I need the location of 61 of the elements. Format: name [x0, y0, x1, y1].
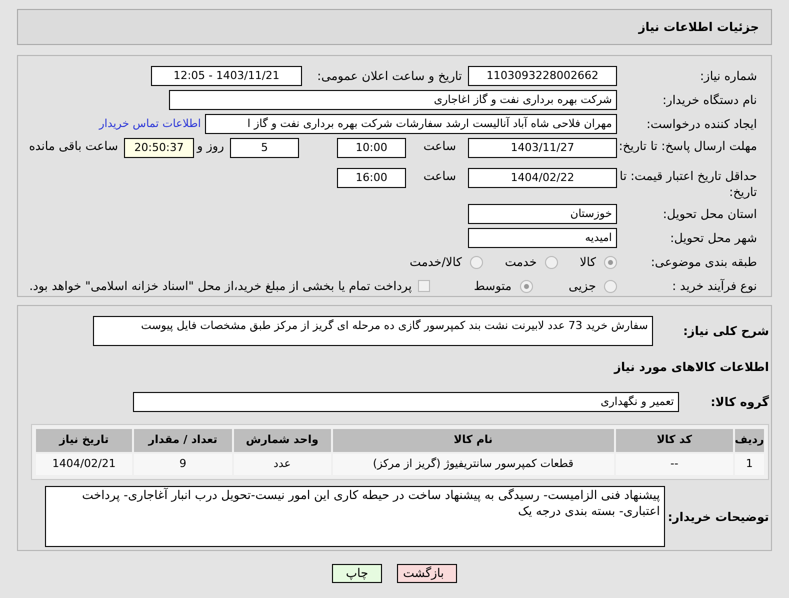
radio-label: متوسط: [474, 278, 512, 296]
text-field[interactable]: 16:00: [337, 168, 406, 188]
column-header: تعداد / مقدار: [134, 429, 232, 452]
field-label: ساعت باقی مانده: [28, 138, 118, 154]
column-header: ردیف: [734, 429, 764, 452]
field-label: ساعت: [422, 138, 456, 154]
field-label: نام دستگاه خریدار:: [662, 92, 757, 108]
text-field[interactable]: 1403/11/27: [468, 138, 617, 158]
field-label: توضیحات خریدار:: [666, 508, 769, 526]
field-label: نوع فرآیند خرید :: [671, 278, 757, 294]
column-header: تاریخ نیاز: [36, 429, 132, 452]
table-cell: 9: [134, 454, 232, 475]
radio-label: جزیی: [568, 278, 596, 296]
text-field[interactable]: 1103093228002662: [468, 66, 617, 86]
table-cell: قطعات کمپرسور سانتریفیوژ (گریز از مرکز): [332, 454, 614, 475]
radio-button[interactable]: [604, 280, 617, 293]
field-label: شماره نیاز:: [699, 68, 757, 84]
checkbox[interactable]: [418, 280, 430, 292]
print-button[interactable]: چاپ: [332, 564, 382, 583]
field-label: استان محل تحویل:: [662, 206, 757, 222]
field-label: روز و: [196, 138, 224, 154]
text-field[interactable]: خوزستان: [468, 204, 617, 224]
field-label: گروه کالا:: [710, 394, 769, 411]
table-cell: 1: [734, 454, 764, 475]
description-textarea[interactable]: سفارش خرید 73 عدد لابیرنت نشت بند کمپرسور گازی ده مرحله ای گریز از مرکز طبق مشخصات فایل پیوست: [93, 316, 653, 346]
text-field[interactable]: 10:00: [337, 138, 406, 158]
column-header: کد کالا: [616, 429, 733, 452]
field-label: ایجاد کننده درخواست:: [645, 116, 757, 132]
field-label: شهر محل تحویل:: [669, 230, 757, 246]
section-heading: اطلاعات کالاهای مورد نیاز: [612, 359, 769, 376]
column-header: واحد شمارش: [234, 429, 331, 452]
field-label: تاریخ و ساعت اعلان عمومی:: [316, 68, 462, 84]
field-label: حداقل تاریخ اعتبار قیمت: تا تاریخ:: [618, 168, 757, 200]
radio-label: کالا: [580, 254, 596, 272]
notes-textarea[interactable]: پیشنهاد فنی الزامیست- رسیدگی به پیشنهاد ساخت در حیطه کاری این امور نیست-تحویل درب انبار آغاجاری- پرداخت اعتباری- بسته بندی درجه یک: [45, 486, 665, 547]
text-field[interactable]: امیدیه: [468, 228, 617, 248]
table-cell: 1404/02/21: [36, 454, 132, 475]
page-title: جزئیات اطلاعات نیاز: [638, 19, 759, 36]
column-header: نام کالا: [332, 429, 614, 452]
text-field[interactable]: 1404/02/22: [468, 168, 617, 188]
back-button[interactable]: بازگشت: [397, 564, 457, 583]
text-field[interactable]: مهران فلاحی شاه آباد آنالیست ارشد سفارشات شرکت بهره برداری نفت و گاز ا: [205, 114, 617, 134]
table-cell: --: [616, 454, 733, 475]
checkbox-label: پرداخت تمام یا بخشی از مبلغ خرید،از محل "اسناد خزانه اسلامی" خواهد بود.: [29, 278, 412, 296]
radio-button[interactable]: [544, 256, 558, 269]
field-label: طبقه بندی موضوعی:: [650, 254, 757, 270]
table-cell: عدد: [234, 454, 331, 475]
field-label: ساعت: [422, 168, 456, 184]
text-field[interactable]: 1403/11/21 - 12:05: [151, 66, 302, 86]
contact-link[interactable]: اطلاعات تماس خریدار: [99, 116, 201, 132]
field-label: مهلت ارسال پاسخ: تا تاریخ:: [618, 138, 757, 154]
countdown-field[interactable]: 20:50:37: [124, 138, 194, 158]
text-field[interactable]: شرکت بهره برداری نفت و گاز اغاجاری: [169, 90, 617, 110]
field-label: شرح کلی نیاز:: [682, 323, 769, 340]
text-field[interactable]: تعمیر و نگهداری: [133, 392, 679, 412]
radio-button[interactable]: [604, 256, 617, 269]
radio-button[interactable]: [470, 256, 483, 269]
text-field[interactable]: 5: [230, 138, 299, 158]
radio-button[interactable]: [520, 280, 533, 293]
radio-label: کالا/خدمت: [410, 254, 462, 272]
radio-label: خدمت: [504, 254, 537, 272]
